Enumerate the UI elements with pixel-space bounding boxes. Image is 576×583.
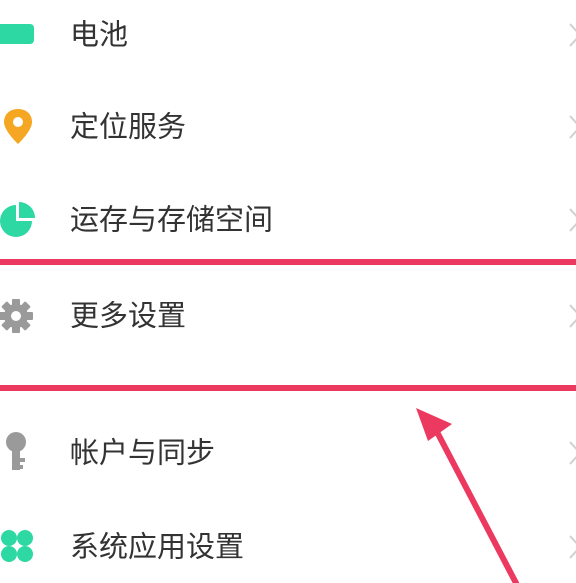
- settings-list-screen: 电池 定位服务 运存与存储空间 更多设置 帐户与同步 系统应用设置: [0, 0, 576, 583]
- annotation-arrow-icon: [416, 408, 519, 583]
